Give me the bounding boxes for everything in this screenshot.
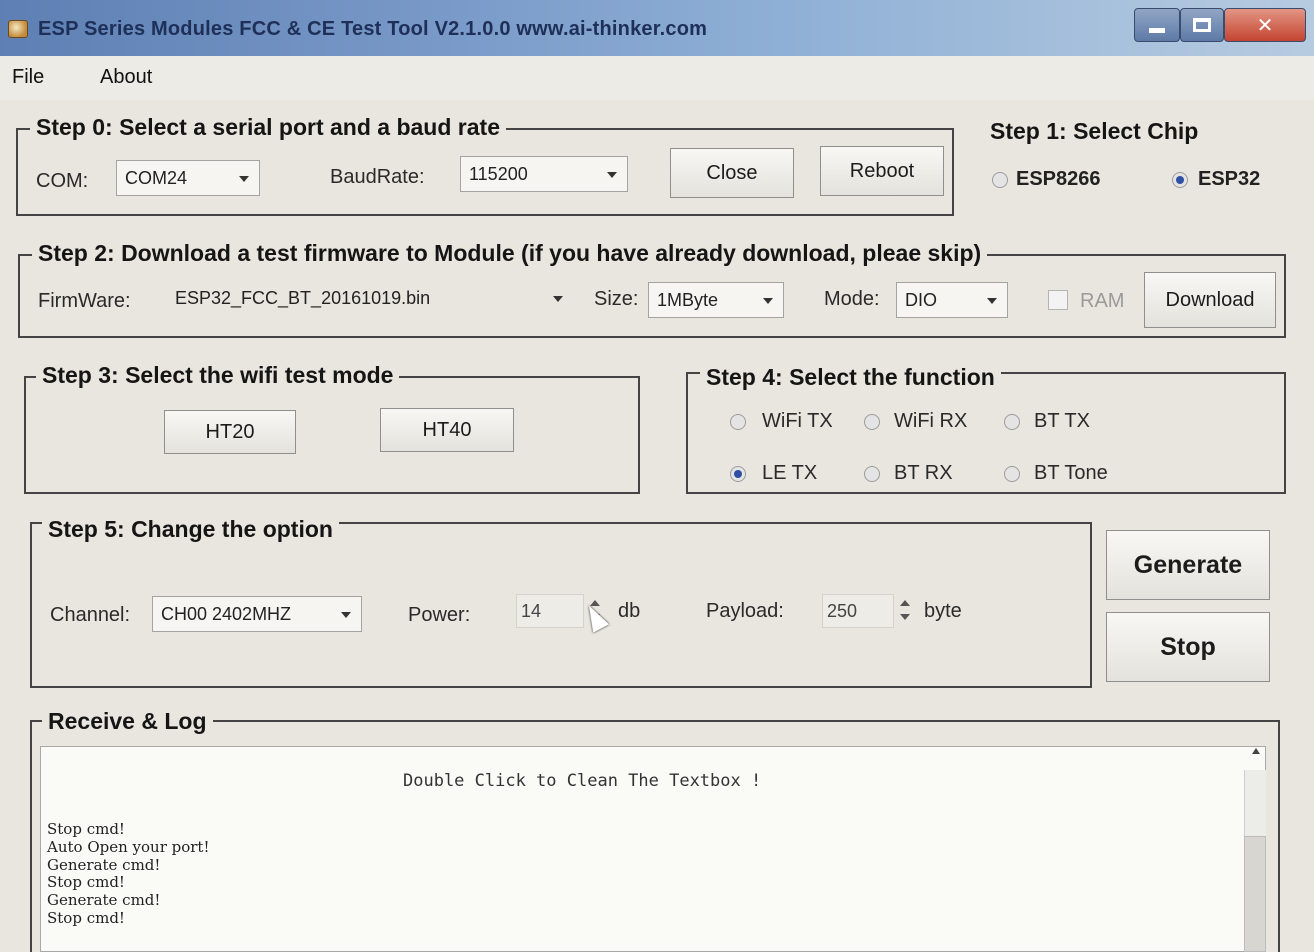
menu-about[interactable]: About [100,66,152,89]
channel-label: Channel: [50,604,131,626]
radio-wifi-tx[interactable] [730,414,746,430]
log-line: Generate cmd! [47,891,161,910]
size-label: Size: [594,288,639,310]
ht40-button[interactable]: HT40 [380,408,514,452]
size-value: 1MByte [657,289,719,310]
baud-select[interactable]: 115200 [460,156,628,192]
chevron-down-icon [763,298,773,304]
radio-bt-rx[interactable] [864,466,880,482]
minimize-button[interactable] [1134,8,1180,42]
mode-label: Mode: [824,288,880,310]
com-select[interactable]: COM24 [116,160,260,196]
step3-title: Step 3: Select the wifi test mode [36,362,400,389]
menu-file[interactable]: File [12,66,44,89]
power-label: Power: [408,604,471,626]
maximize-icon [1193,18,1211,32]
log-line: Generate cmd! [47,855,161,874]
channel-select[interactable]: CH00 2402MHZ [152,596,362,632]
log-scroll-thumb[interactable] [1244,836,1266,952]
baud-label: BaudRate: [330,166,425,188]
mode-value: DIO [905,289,938,310]
le-tx-label: LE TX [762,462,818,484]
power-unit: db [618,600,641,622]
app-icon [8,20,28,38]
close-port-button[interactable]: Close [670,148,794,198]
ram-label: RAM [1080,290,1125,312]
radio-le-tx[interactable] [730,466,746,482]
log-line: Stop cmd! [47,873,125,892]
radio-wifi-rx[interactable] [864,414,880,430]
step0-title: Step 0: Select a serial port and a baud … [30,114,506,141]
chevron-down-icon [239,176,249,182]
log-textbox[interactable]: Double Click to Clean The Textbox ! Stop… [40,746,1266,952]
wifi-rx-label: WiFi RX [894,410,968,432]
ram-checkbox[interactable] [1048,290,1068,310]
chevron-down-icon [341,612,351,618]
esp8266-label: ESP8266 [1016,168,1101,190]
menu-bar [0,56,1314,100]
step1-title: Step 1: Select Chip [984,118,1205,145]
ht20-button[interactable]: HT20 [164,410,296,454]
window-title: ESP Series Modules FCC & CE Test Tool V2… [38,18,708,40]
firmware-label: FirmWare: [38,290,131,312]
chevron-down-icon [987,298,997,304]
step2-title: Step 2: Download a test firmware to Modu… [32,240,988,267]
reboot-button[interactable]: Reboot [820,146,944,196]
title-bar: ESP Series Modules FCC & CE Test Tool V2… [0,0,1314,56]
log-title: Receive & Log [42,708,213,735]
esp32-label: ESP32 [1198,168,1261,190]
payload-label: Payload: [706,600,784,622]
step3-group [24,376,640,494]
log-line: Auto Open your port! [47,837,210,856]
log-hint: Double Click to Clean The Textbox ! [403,771,762,791]
step5-title: Step 5: Change the option [42,516,339,543]
stop-button[interactable]: Stop [1106,612,1270,682]
payload-spinner[interactable] [894,594,916,628]
radio-esp8266[interactable] [992,172,1008,188]
spinner-down-icon [900,614,910,620]
mode-select[interactable]: DIO [896,282,1008,318]
payload-input[interactable]: 250 [822,594,894,628]
chevron-down-icon [607,172,617,178]
bt-tone-label: BT Tone [1034,462,1108,484]
com-label: COM: [36,170,89,192]
bt-tx-label: BT TX [1034,410,1090,432]
close-window-button[interactable]: ✕ [1224,8,1306,42]
firmware-value: ESP32_FCC_BT_20161019.bin [175,287,431,308]
log-line: Stop cmd! [47,908,125,927]
radio-esp32[interactable] [1172,172,1188,188]
radio-bt-tone[interactable] [1004,466,1020,482]
channel-value: CH00 2402MHZ [161,603,292,624]
size-select[interactable]: 1MByte [648,282,784,318]
payload-unit: byte [924,600,962,622]
spinner-up-icon [900,600,910,606]
close-icon: ✕ [1256,14,1274,37]
chevron-down-icon [553,296,563,302]
firmware-select[interactable]: ESP32_FCC_BT_20161019.bin [166,280,574,316]
log-line: Stop cmd! [47,820,125,838]
scroll-up-icon[interactable] [1252,748,1260,754]
step4-title: Step 4: Select the function [700,364,1001,391]
bt-rx-label: BT RX [894,462,953,484]
generate-button[interactable]: Generate [1106,530,1270,600]
radio-bt-tx[interactable] [1004,414,1020,430]
minimize-icon [1149,27,1165,33]
download-button[interactable]: Download [1144,272,1276,328]
maximize-button[interactable] [1180,8,1224,42]
log-lines: Stop cmd! Auto Open your port! Generate … [47,820,210,928]
power-input[interactable]: 14 [516,594,584,628]
com-value: COM24 [125,167,188,188]
baud-value: 115200 [469,163,528,184]
wifi-tx-label: WiFi TX [762,410,833,432]
